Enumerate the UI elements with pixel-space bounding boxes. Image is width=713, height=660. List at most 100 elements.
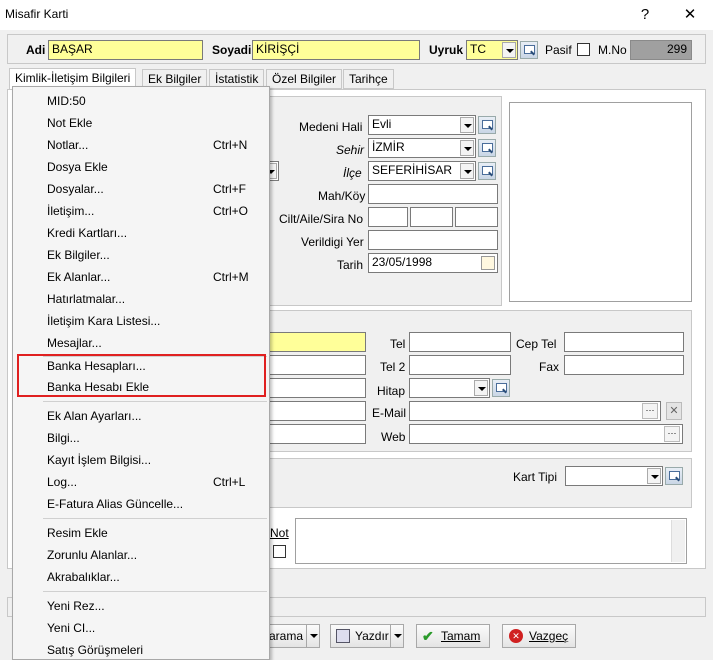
ellipsis-button[interactable]: ··· — [664, 426, 680, 442]
contact-input-2[interactable] — [266, 355, 366, 375]
tel2-input[interactable] — [409, 355, 511, 375]
contact-name-input[interactable] — [266, 332, 366, 352]
lookup-icon[interactable] — [478, 116, 496, 134]
chevron-down-icon — [391, 628, 405, 644]
menu-item-log[interactable]: Log... Ctrl+L — [13, 471, 269, 493]
not-textarea[interactable] — [295, 518, 687, 564]
photo-box[interactable] — [509, 102, 692, 302]
medeni-hali-label: Medeni Hali — [299, 120, 363, 134]
cilt-input[interactable] — [368, 207, 408, 227]
menu-item-ek-bilgiler[interactable]: Ek Bilgiler... — [13, 244, 269, 266]
menu-item-akrabaliklar[interactable]: Akrabalıklar... — [13, 566, 269, 588]
menu-item-mid[interactable]: MID:50 — [13, 90, 269, 112]
cep-tel-input[interactable] — [564, 332, 684, 352]
verildigi-label: Verildigi Yer — [301, 235, 364, 249]
menu-item-mesajlar[interactable]: Mesajlar... — [13, 332, 269, 354]
adi-input[interactable]: BAŞAR — [48, 40, 203, 60]
menu-item-yeni-rez[interactable]: Yeni Rez... — [13, 595, 269, 617]
menu-item-dosyalar[interactable]: Dosyalar... Ctrl+F — [13, 178, 269, 200]
web-input[interactable]: ··· — [409, 424, 683, 444]
menu-item-label: Bilgi... — [47, 431, 80, 445]
menu-item-label: Dosyalar... — [47, 182, 104, 196]
pasif-checkbox[interactable] — [577, 43, 590, 56]
tab-tarihce[interactable]: Tarihçe — [343, 69, 394, 89]
not-checkbox[interactable] — [273, 545, 286, 558]
menu-item-ek-alanlar[interactable]: Ek Alanlar... Ctrl+M — [13, 266, 269, 288]
lookup-icon[interactable] — [478, 139, 496, 157]
yazdir-dropdown[interactable] — [390, 624, 404, 648]
menu-item-bilgi[interactable]: Bilgi... — [13, 427, 269, 449]
tarih-label: Tarih — [337, 258, 364, 272]
hitap-select[interactable] — [409, 378, 490, 398]
contact-input-4[interactable] — [266, 401, 366, 421]
web-label: Web — [381, 430, 406, 444]
help-button[interactable]: ? — [625, 2, 665, 28]
ilce-select[interactable]: SEFERİHİSAR — [368, 161, 476, 181]
arama-dropdown[interactable] — [306, 624, 320, 648]
mah-input[interactable] — [368, 184, 498, 204]
menu-item-label: Resim Ekle — [47, 526, 108, 540]
menu-item-yeni-ci[interactable]: Yeni CI... — [13, 617, 269, 639]
sehir-value: İZMİR — [372, 140, 405, 154]
tel-input[interactable] — [409, 332, 511, 352]
menu-item-label: Ek Alan Ayarları... — [47, 409, 142, 423]
menu-item-ek-alan-ayarlari[interactable]: Ek Alan Ayarları... — [13, 405, 269, 427]
medeni-hali-select[interactable]: Evli — [368, 115, 476, 135]
mno-field: 299 — [630, 40, 692, 60]
lookup-icon[interactable] — [478, 162, 496, 180]
menu-item-label: İletişim Kara Listesi... — [47, 314, 161, 328]
tarih-input[interactable]: 23/05/1998 — [368, 253, 498, 273]
chevron-down-icon[interactable] — [474, 380, 488, 396]
soyadi-input[interactable]: KİRİŞÇİ — [252, 40, 420, 60]
tamam-button[interactable]: ✔ Tamam — [416, 624, 490, 648]
menu-item-notlar[interactable]: Notlar... Ctrl+N — [13, 134, 269, 156]
uyruk-label: Uyruk — [429, 43, 464, 57]
scrollbar[interactable] — [671, 520, 685, 562]
sehir-label: Sehir — [336, 143, 365, 157]
menu-item-kayit-islem-bilgisi[interactable]: Kayıt İşlem Bilgisi... — [13, 449, 269, 471]
menu-item-kara-liste[interactable]: İletişim Kara Listesi... — [13, 310, 269, 332]
tab-ozel-bilgiler[interactable]: Özel Bilgiler — [266, 69, 343, 89]
sehir-select[interactable]: İZMİR — [368, 138, 476, 158]
chevron-down-icon[interactable] — [647, 468, 661, 484]
menu-item-resim-ekle[interactable]: Resim Ekle — [13, 522, 269, 544]
adi-label: Adi — [26, 43, 46, 57]
verildigi-input[interactable] — [368, 230, 498, 250]
contact-input-5[interactable] — [266, 424, 366, 444]
kart-tipi-label: Kart Tipi — [513, 470, 558, 484]
kart-tipi-select[interactable] — [565, 466, 663, 486]
vazgec-button[interactable]: ✕ Vazgeç — [502, 624, 576, 648]
menu-item-hatirlatmalar[interactable]: Hatırlatmalar... — [13, 288, 269, 310]
sira-input[interactable] — [455, 207, 498, 227]
chevron-down-icon[interactable] — [460, 117, 474, 133]
lookup-icon[interactable] — [665, 467, 683, 485]
uyruk-select[interactable]: TC — [466, 40, 518, 60]
close-button[interactable]: ✕ — [670, 2, 710, 28]
fax-input[interactable] — [564, 355, 684, 375]
menu-item-dosya-ekle[interactable]: Dosya Ekle — [13, 156, 269, 178]
menu-item-label: Satış Görüşmeleri — [47, 643, 144, 657]
chevron-down-icon[interactable] — [460, 140, 474, 156]
clear-icon[interactable]: ✕ — [666, 402, 682, 420]
menu-item-label: Yeni Rez... — [47, 599, 105, 613]
menu-item-efatura-alias[interactable]: E-Fatura Alias Güncelle... — [13, 493, 269, 515]
chevron-down-icon[interactable] — [460, 163, 474, 179]
menu-item-kredi-kartlari[interactable]: Kredi Kartları... — [13, 222, 269, 244]
hitap-label: Hitap — [377, 384, 406, 398]
menu-item-iletisim[interactable]: İletişim... Ctrl+O — [13, 200, 269, 222]
mno-label: M.No — [598, 43, 627, 57]
menu-separator — [43, 401, 267, 402]
ellipsis-button[interactable]: ··· — [642, 403, 658, 419]
menu-item-satis-gorusmeleri[interactable]: Satış Görüşmeleri — [13, 639, 269, 660]
menu-item-not-ekle[interactable]: Not Ekle — [13, 112, 269, 134]
email-input[interactable]: ··· — [409, 401, 661, 421]
lookup-icon[interactable] — [492, 379, 510, 397]
calendar-icon[interactable] — [481, 256, 495, 270]
medeni-hali-value: Evli — [372, 117, 392, 131]
aile-input[interactable] — [410, 207, 453, 227]
menu-item-zorunlu-alanlar[interactable]: Zorunlu Alanlar... — [13, 544, 269, 566]
checkmark-icon: ✔ — [422, 628, 434, 644]
lookup-icon[interactable] — [520, 41, 538, 59]
contact-input-3[interactable] — [266, 378, 366, 398]
chevron-down-icon[interactable] — [502, 42, 516, 58]
